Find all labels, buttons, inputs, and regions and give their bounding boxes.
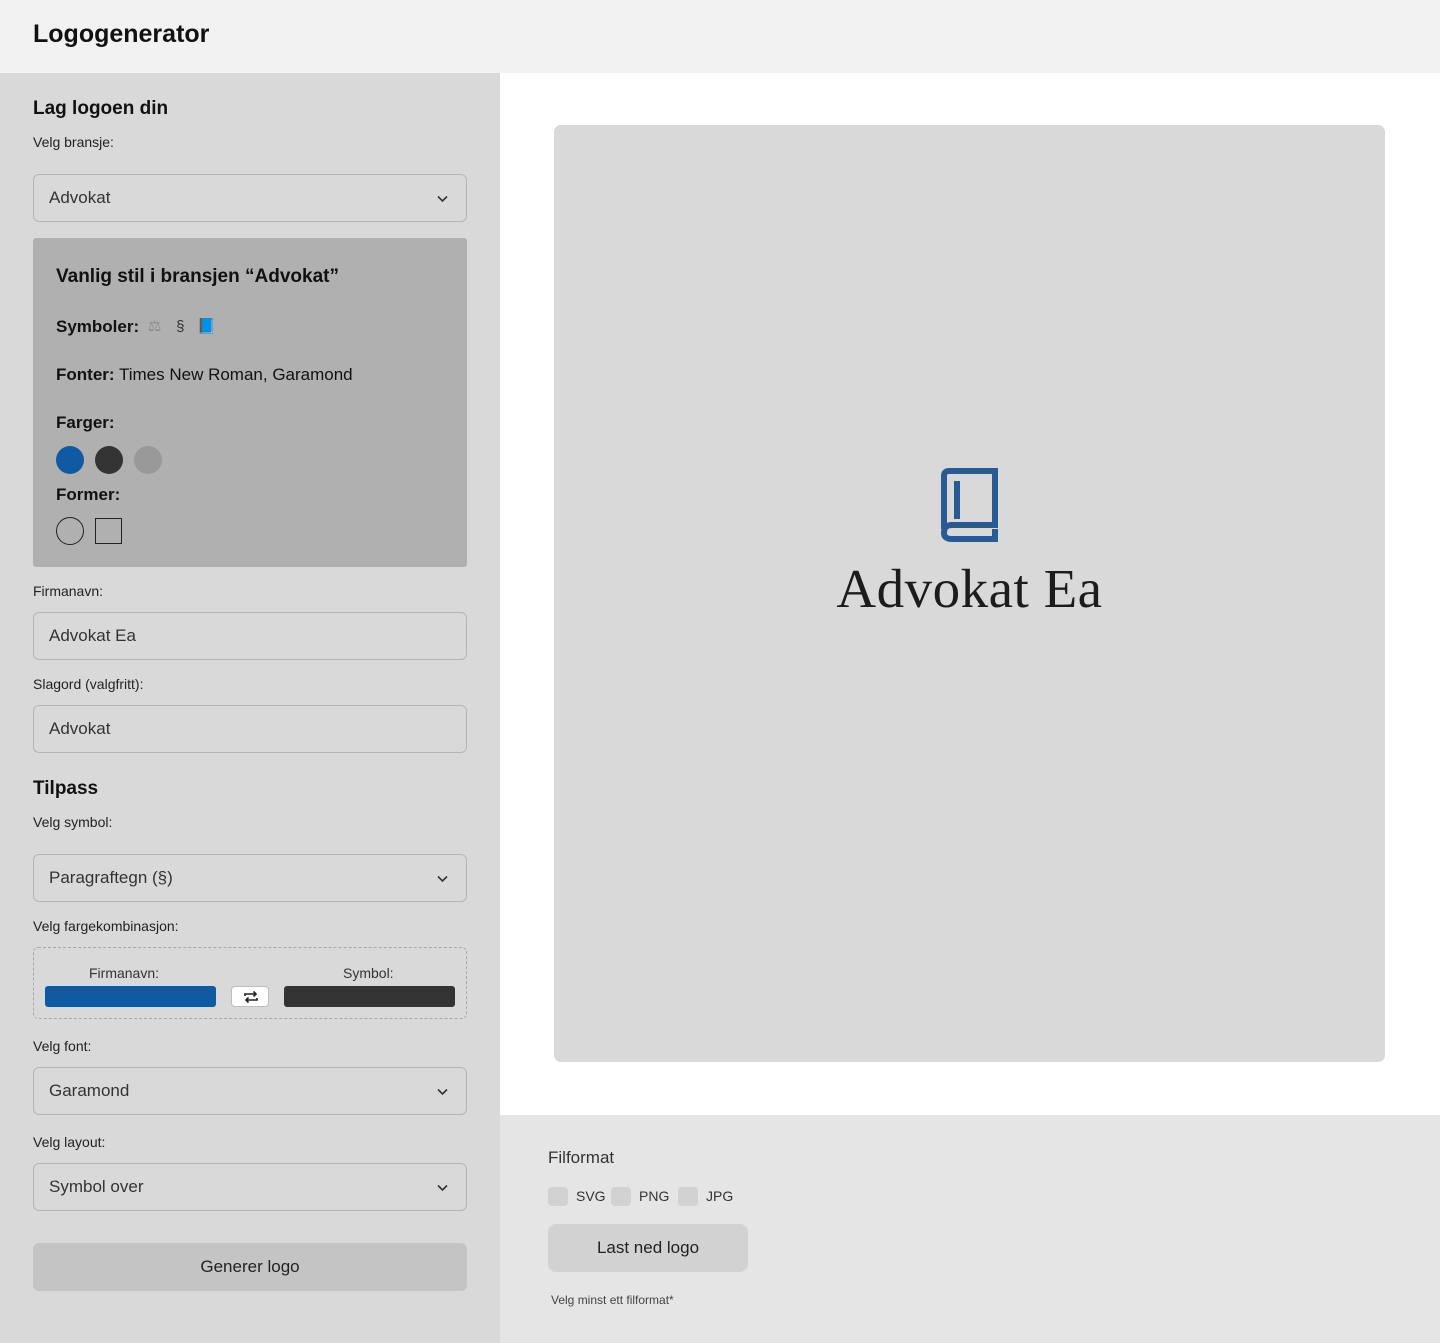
- company-name-value: Advokat Ea: [49, 626, 136, 645]
- section-heading-create: Lag logoen din: [33, 98, 169, 119]
- fonts-row: Fonter: Times New Roman, Garamond: [56, 365, 353, 385]
- company-color-picker[interactable]: [45, 986, 216, 1007]
- layout-select-value: Symbol over: [49, 1177, 144, 1196]
- jpg-checkbox-label: JPG: [706, 1188, 734, 1204]
- font-label: Velg font:: [33, 1038, 92, 1054]
- swap-icon: [244, 990, 258, 1004]
- industry-label: Velg bransje:: [33, 134, 114, 150]
- jpg-checkbox[interactable]: [678, 1187, 698, 1206]
- color-swatch-blue: [56, 446, 84, 474]
- company-name-input[interactable]: Advokat Ea: [33, 612, 467, 660]
- download-panel: Filformat SVG PNG JPG Last ned logo Velg…: [500, 1115, 1440, 1343]
- color-combo-box: Firmanavn: Symbol:: [33, 947, 467, 1019]
- png-checkbox[interactable]: [611, 1187, 631, 1206]
- book-icon: 📘: [197, 318, 216, 335]
- style-card-title: Vanlig stil i bransjen “Advokat”: [56, 266, 339, 287]
- layout-select[interactable]: Symbol over: [33, 1163, 467, 1211]
- industry-select[interactable]: Advokat: [33, 174, 467, 222]
- download-logo-button[interactable]: Last ned logo: [548, 1224, 748, 1272]
- layout-label: Velg layout:: [33, 1134, 106, 1150]
- slogan-label: Slagord (valgfritt):: [33, 676, 144, 692]
- paragraph-icon: §: [176, 318, 185, 335]
- industry-select-value: Advokat: [49, 188, 111, 207]
- chevron-down-icon: [437, 1088, 448, 1096]
- book-icon: [940, 468, 998, 542]
- fonts-label: Fonter:: [56, 365, 115, 384]
- font-select-value: Garamond: [49, 1081, 130, 1100]
- color-swatch-gray: [134, 446, 162, 474]
- chevron-down-icon: [437, 195, 448, 203]
- logo-preview: Advokat Ea: [554, 125, 1385, 1062]
- company-color-label: Firmanavn:: [89, 965, 160, 981]
- swap-colors-button[interactable]: [231, 986, 269, 1007]
- color-swatch-dark: [95, 446, 123, 474]
- font-select[interactable]: Garamond: [33, 1067, 467, 1115]
- symbols-row: Symboler: ⚖ § 📘: [56, 317, 216, 337]
- file-format-title: Filformat: [548, 1148, 615, 1167]
- format-hint: Velg minst ett filformat*: [551, 1293, 674, 1307]
- chevron-down-icon: [437, 1184, 448, 1192]
- symbol-select[interactable]: Paragraftegn (§): [33, 854, 467, 902]
- company-name-label: Firmanavn:: [33, 583, 104, 599]
- color-combo-label: Velg fargekombinasjon:: [33, 918, 179, 934]
- slogan-value: Advokat: [49, 719, 111, 738]
- section-heading-customize: Tilpass: [33, 778, 99, 799]
- symbol-label: Velg symbol:: [33, 814, 113, 830]
- top-bar: Logogenerator: [0, 0, 1440, 73]
- shape-circle-icon: [56, 517, 84, 545]
- png-checkbox-label: PNG: [639, 1188, 670, 1204]
- shape-square-icon: [95, 518, 122, 544]
- chevron-down-icon: [437, 875, 448, 883]
- svg-checkbox[interactable]: [548, 1187, 568, 1206]
- svg-checkbox-label: SVG: [576, 1188, 606, 1204]
- app-title: Logogenerator: [33, 20, 210, 48]
- shapes-label: Former:: [56, 485, 121, 504]
- preview-company-name: Advokat Ea: [836, 558, 1103, 619]
- generate-logo-button[interactable]: Generer logo: [33, 1243, 467, 1291]
- symbol-color-label: Symbol:: [343, 965, 394, 981]
- slogan-input[interactable]: Advokat: [33, 705, 467, 753]
- symbols-label: Symboler:: [56, 317, 140, 336]
- symbol-color-picker[interactable]: [284, 986, 455, 1007]
- scale-icon: ⚖: [147, 318, 162, 335]
- fonts-value: Times New Roman, Garamond: [118, 365, 353, 384]
- colors-label: Farger:: [56, 413, 115, 432]
- symbol-select-value: Paragraftegn (§): [49, 868, 173, 887]
